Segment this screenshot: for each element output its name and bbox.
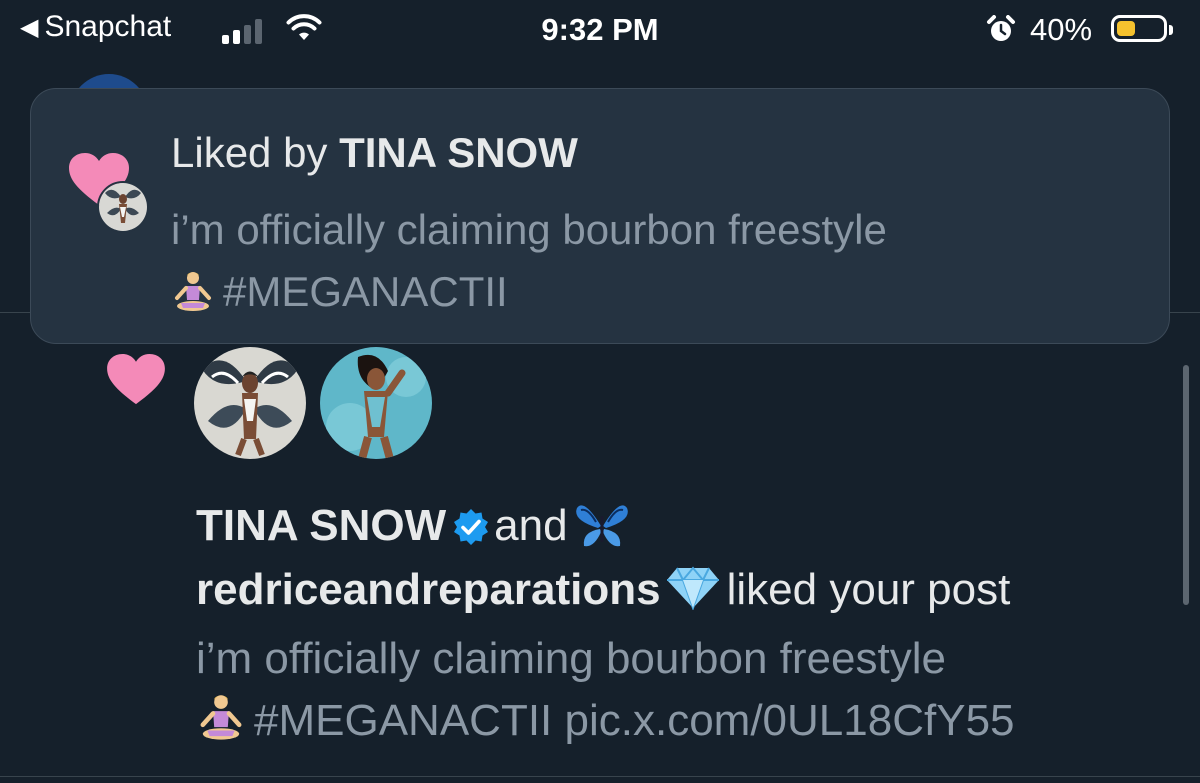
toast-user-avatar <box>97 181 149 233</box>
post-link[interactable]: pic.x.com/0UL18CfY55 <box>565 696 1015 745</box>
toast-liker-name: TINA SNOW <box>339 129 578 176</box>
liker-name-1[interactable]: TINA SNOW <box>196 501 446 550</box>
liker-name-2[interactable]: redriceandreparations <box>196 565 661 614</box>
toast-title: Liked by TINA SNOW <box>171 129 578 176</box>
yoga-emoji-icon <box>175 272 211 311</box>
bottom-divider <box>0 776 1200 777</box>
notification-text[interactable]: TINA SNOW and redriceandreparations like… <box>196 494 1156 622</box>
gem-emoji-icon <box>666 566 719 610</box>
battery-percent: 40% <box>1030 12 1093 47</box>
avatar-redriceandreparations[interactable] <box>320 347 432 459</box>
action-text: liked your post <box>726 565 1011 614</box>
status-bar: ◀ Snapchat 9:32 PM 40% <box>0 0 1200 64</box>
heart-icon <box>107 354 165 405</box>
post-preview-text[interactable]: i’m officially claiming bourbon freestyl… <box>196 628 1156 752</box>
conjunction-text: and <box>494 501 568 550</box>
alarm-clock-icon <box>987 15 1015 41</box>
post-hashtag: #MEGANACTII <box>254 696 553 745</box>
liked-by-toast[interactable]: Liked by TINA SNOW i’m officially claimi… <box>30 88 1170 344</box>
yoga-emoji-icon <box>200 695 242 740</box>
scrollbar[interactable] <box>1183 365 1189 605</box>
avatar-tina-snow[interactable] <box>194 347 306 459</box>
battery-icon <box>1111 15 1173 42</box>
butterfly-emoji-icon <box>575 505 628 547</box>
clock-time: 9:32 PM <box>541 12 659 47</box>
verified-badge-icon <box>454 509 489 545</box>
toast-post-text: i’m officially claiming bourbon freestyl… <box>171 206 887 315</box>
